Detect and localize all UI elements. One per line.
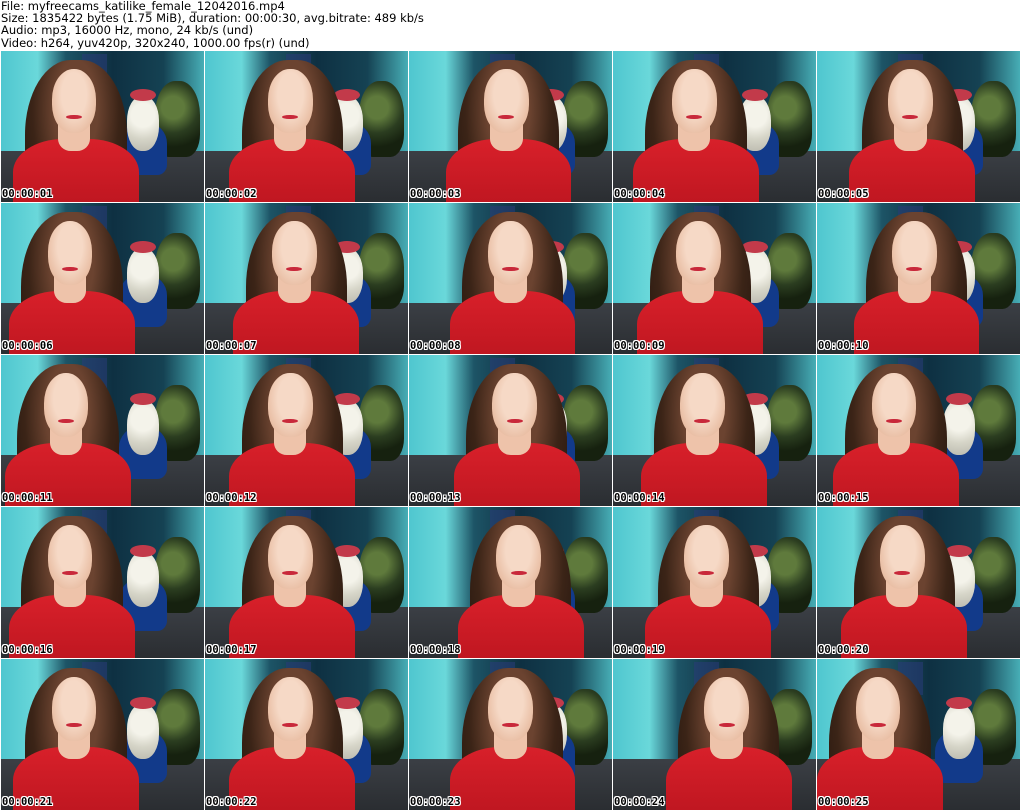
video-frame-thumbnail: 00:00:04 bbox=[613, 51, 816, 202]
video-frame-thumbnail: 00:00:18 bbox=[409, 507, 612, 658]
thumbnail-grid: 00:00:01 00:00:02 00:00:03 00:00:04 00:00:05… bbox=[1, 51, 1023, 811]
webcam-frame-image bbox=[613, 659, 816, 810]
webcam-frame-image bbox=[613, 355, 816, 506]
frame-timestamp: 00:00:10 bbox=[818, 340, 869, 352]
frame-timestamp: 00:00:24 bbox=[614, 796, 665, 808]
video-frame-thumbnail: 00:00:23 bbox=[409, 659, 612, 810]
webcam-frame-image bbox=[1, 203, 204, 354]
frame-timestamp: 00:00:13 bbox=[410, 492, 461, 504]
webcam-frame-image bbox=[817, 51, 1020, 202]
frame-timestamp: 00:00:16 bbox=[2, 644, 53, 656]
webcam-frame-image bbox=[817, 507, 1020, 658]
video-frame-thumbnail: 00:00:16 bbox=[1, 507, 204, 658]
frame-timestamp: 00:00:09 bbox=[614, 340, 665, 352]
video-frame-thumbnail: 00:00:17 bbox=[205, 507, 408, 658]
frame-timestamp: 00:00:05 bbox=[818, 188, 869, 200]
video-frame-thumbnail: 00:00:24 bbox=[613, 659, 816, 810]
video-frame-thumbnail: 00:00:01 bbox=[1, 51, 204, 202]
frame-timestamp: 00:00:01 bbox=[2, 188, 53, 200]
frame-timestamp: 00:00:18 bbox=[410, 644, 461, 656]
frame-timestamp: 00:00:03 bbox=[410, 188, 461, 200]
frame-timestamp: 00:00:23 bbox=[410, 796, 461, 808]
frame-timestamp: 00:00:15 bbox=[818, 492, 869, 504]
video-frame-thumbnail: 00:00:08 bbox=[409, 203, 612, 354]
frame-timestamp: 00:00:12 bbox=[206, 492, 257, 504]
video-frame-thumbnail: 00:00:03 bbox=[409, 51, 612, 202]
frame-timestamp: 00:00:19 bbox=[614, 644, 665, 656]
video-frame-thumbnail: 00:00:10 bbox=[817, 203, 1020, 354]
webcam-frame-image bbox=[205, 355, 408, 506]
webcam-frame-image bbox=[205, 51, 408, 202]
frame-timestamp: 00:00:14 bbox=[614, 492, 665, 504]
frame-timestamp: 00:00:02 bbox=[206, 188, 257, 200]
frame-timestamp: 00:00:04 bbox=[614, 188, 665, 200]
video-frame-thumbnail: 00:00:21 bbox=[1, 659, 204, 810]
audio-info-line: Audio: mp3, 16000 Hz, mono, 24 kb/s (und… bbox=[1, 23, 254, 38]
frame-timestamp: 00:00:17 bbox=[206, 644, 257, 656]
webcam-frame-image bbox=[613, 51, 816, 202]
video-frame-thumbnail: 00:00:19 bbox=[613, 507, 816, 658]
video-frame-thumbnail: 00:00:05 bbox=[817, 51, 1020, 202]
webcam-frame-image bbox=[817, 355, 1020, 506]
video-frame-thumbnail: 00:00:22 bbox=[205, 659, 408, 810]
webcam-frame-image bbox=[613, 203, 816, 354]
video-frame-thumbnail: 00:00:02 bbox=[205, 51, 408, 202]
webcam-frame-image bbox=[409, 507, 612, 658]
frame-timestamp: 00:00:20 bbox=[818, 644, 869, 656]
webcam-frame-image bbox=[817, 659, 1020, 810]
frame-timestamp: 00:00:22 bbox=[206, 796, 257, 808]
video-frame-thumbnail: 00:00:11 bbox=[1, 355, 204, 506]
video-frame-thumbnail: 00:00:15 bbox=[817, 355, 1020, 506]
file-info-header: File: myfreecams_katilike_female_1204201… bbox=[0, 0, 1024, 50]
frame-timestamp: 00:00:25 bbox=[818, 796, 869, 808]
frame-timestamp: 00:00:08 bbox=[410, 340, 461, 352]
webcam-frame-image bbox=[205, 507, 408, 658]
video-frame-thumbnail: 00:00:06 bbox=[1, 203, 204, 354]
video-frame-thumbnail: 00:00:20 bbox=[817, 507, 1020, 658]
frame-timestamp: 00:00:07 bbox=[206, 340, 257, 352]
webcam-frame-image bbox=[1, 507, 204, 658]
webcam-frame-image bbox=[409, 51, 612, 202]
video-frame-thumbnail: 00:00:09 bbox=[613, 203, 816, 354]
webcam-frame-image bbox=[613, 507, 816, 658]
video-frame-thumbnail: 00:00:13 bbox=[409, 355, 612, 506]
frame-timestamp: 00:00:06 bbox=[2, 340, 53, 352]
video-frame-thumbnail: 00:00:12 bbox=[205, 355, 408, 506]
video-frame-thumbnail: 00:00:14 bbox=[613, 355, 816, 506]
frame-timestamp: 00:00:21 bbox=[2, 796, 53, 808]
webcam-frame-image bbox=[1, 51, 204, 202]
webcam-frame-image bbox=[1, 659, 204, 810]
video-info-line: Video: h264, yuv420p, 320x240, 1000.00 f… bbox=[1, 35, 310, 50]
video-frame-thumbnail: 00:00:07 bbox=[205, 203, 408, 354]
webcam-frame-image bbox=[817, 203, 1020, 354]
webcam-frame-image bbox=[205, 659, 408, 810]
frame-timestamp: 00:00:11 bbox=[2, 492, 53, 504]
webcam-frame-image bbox=[205, 203, 408, 354]
webcam-frame-image bbox=[409, 355, 612, 506]
webcam-frame-image bbox=[1, 355, 204, 506]
webcam-frame-image bbox=[409, 203, 612, 354]
webcam-frame-image bbox=[409, 659, 612, 810]
video-frame-thumbnail: 00:00:25 bbox=[817, 659, 1020, 810]
